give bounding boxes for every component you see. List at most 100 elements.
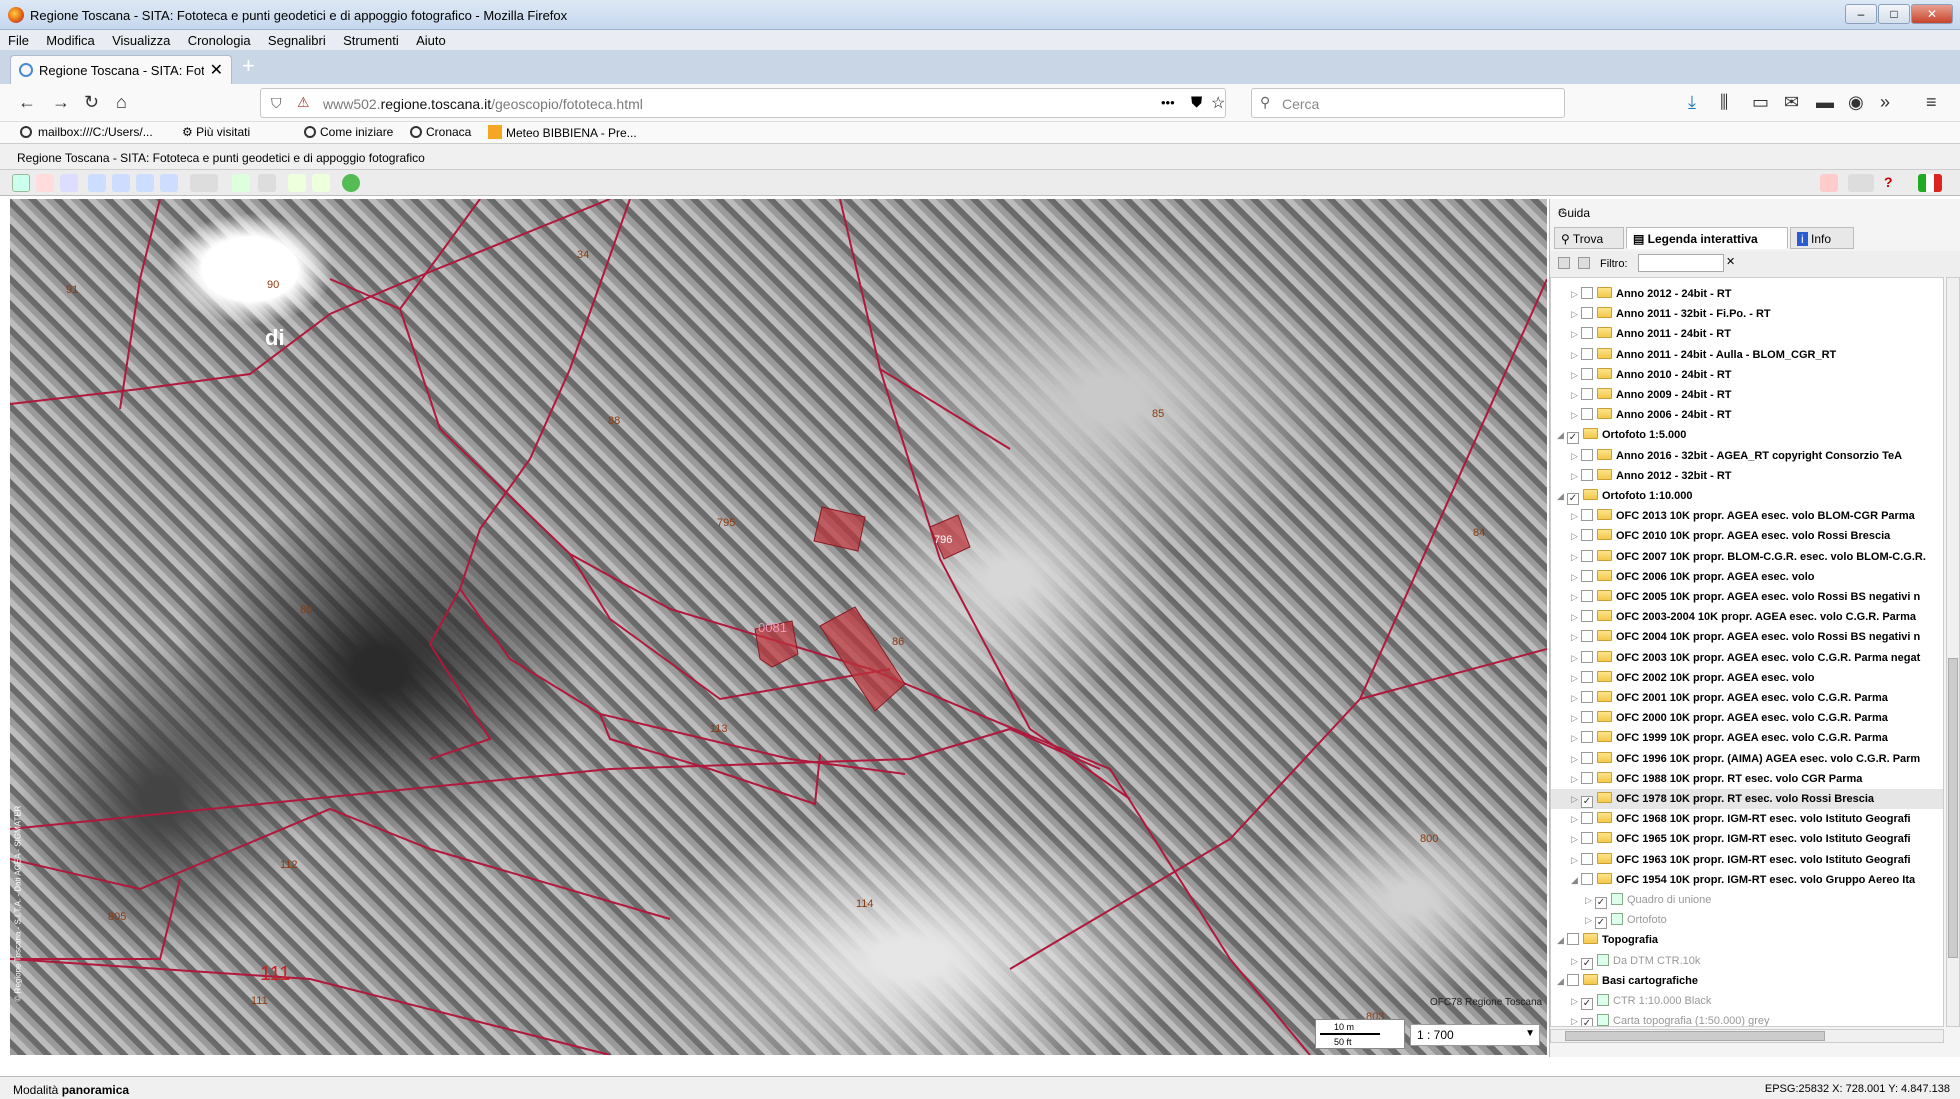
legend-tree-row[interactable]: ▷ Anno 2011 - 24bit - RT [1551,324,1943,344]
expand-arrow-icon[interactable]: ▷ [1585,915,1595,926]
insecure-lock-icon[interactable]: ⚠ [297,94,310,111]
expand-arrow-icon[interactable]: ▷ [1571,370,1581,381]
legend-tree-row[interactable]: ◢ Basi cartografiche [1551,971,1943,991]
expand-arrow-icon[interactable]: ▷ [1571,794,1581,805]
pocket-icon[interactable]: ⛊ [1191,94,1202,111]
collapse-arrow-icon[interactable]: ◢ [1557,491,1567,502]
legend-tree-row[interactable]: ◢ ✓ Ortofoto 1:5.000 [1551,425,1943,445]
collapse-all-icon[interactable] [1578,257,1590,269]
menu-cronologia[interactable]: Cronologia [180,30,257,48]
collapse-arrow-icon[interactable]: ◢ [1557,976,1567,987]
expand-arrow-icon[interactable]: ▷ [1571,350,1581,361]
forward-icon[interactable]: → [52,92,70,113]
tab-trova[interactable]: ⚲ Trova [1554,227,1624,249]
layer-checkbox[interactable] [1567,933,1579,946]
layer-checkbox[interactable]: ✓ [1567,493,1579,505]
legend-tree-row[interactable]: ◢ OFC 1954 10K propr. IGM-RT esec. volo G… [1551,870,1943,890]
legend-tree-row[interactable]: ◢ ✓ Ortofoto 1:10.000 [1551,486,1943,506]
url-bar[interactable]: ⛉ ⚠ www502.regione.toscana.it/geoscopio/… [260,88,1226,118]
expand-arrow-icon[interactable]: ▷ [1571,1016,1581,1026]
layer-checkbox[interactable] [1581,509,1593,522]
map-canvas[interactable]: 91 90 34 di 88 85 795 796 84 89 0081 86 … [10,199,1547,1055]
legend-tree-row[interactable]: ▷ Anno 2006 - 24bit - RT [1551,405,1943,425]
legend-tree-row[interactable]: ▷ Anno 2012 - 24bit - RT [1551,284,1943,304]
layer-checkbox[interactable]: ✓ [1595,897,1607,909]
layer-checkbox[interactable] [1581,448,1593,461]
expand-arrow-icon[interactable]: ▷ [1585,895,1595,906]
layer-checkbox[interactable] [1581,549,1593,562]
layer-checkbox[interactable] [1581,630,1593,643]
layer-checkbox[interactable]: ✓ [1595,917,1607,930]
collapse-arrow-icon[interactable]: ◢ [1557,430,1567,441]
tree-horizontal-scrollbar[interactable] [1550,1029,1944,1043]
select-tool-icon[interactable] [288,174,306,192]
legend-tree-row[interactable]: ▷ ✓ OFC 1978 10K propr. RT esec. volo Ross… [1551,789,1943,809]
back-icon[interactable]: ← [18,92,36,113]
expand-arrow-icon[interactable]: ▷ [1571,653,1581,664]
bookmark-piu-visitati[interactable]: ⚙ Più visitati [182,125,250,139]
legend-tree-row[interactable]: ▷ Anno 2016 - 32bit - AGEA_RT copyright C… [1551,446,1943,466]
tab-legenda-interattiva[interactable]: ▤ Legenda interattiva [1626,227,1788,249]
layer-checkbox[interactable] [1581,590,1593,602]
expand-arrow-icon[interactable]: ▷ [1571,552,1581,563]
tree-vertical-scrollbar[interactable] [1946,277,1960,1027]
expand-all-icon[interactable] [1558,257,1570,269]
legend-tree-row[interactable]: ▷ Anno 2009 - 24bit - RT [1551,385,1943,405]
link-icon[interactable] [1820,174,1838,192]
collapse-arrow-icon[interactable]: ◢ [1557,935,1567,946]
menu-visualizza[interactable]: Visualizza [104,30,176,48]
expand-arrow-icon[interactable]: ▷ [1571,733,1581,744]
expand-arrow-icon[interactable]: ▷ [1571,834,1581,845]
layer-checkbox[interactable] [1581,388,1593,400]
expand-arrow-icon[interactable]: ▷ [1571,673,1581,684]
menu-icon[interactable]: ≡ [1926,92,1937,113]
tab-close-icon[interactable]: ✕ [210,60,223,80]
layer-checkbox[interactable] [1581,812,1593,825]
zoom-in-icon[interactable] [88,174,106,192]
legend-tree-row[interactable]: ▷ Anno 2012 - 32bit - RT [1551,466,1943,486]
layer-checkbox[interactable] [1581,569,1593,582]
menu-file[interactable]: File [0,30,35,48]
expand-arrow-icon[interactable]: ▷ [1571,289,1581,300]
clear-filter-icon[interactable]: ✕ [1726,255,1735,268]
mail-icon[interactable]: ✉ [1784,92,1799,113]
library-icon[interactable]: ⫼ [1720,92,1728,113]
layer-checkbox[interactable] [1581,650,1593,663]
layer-checkbox[interactable]: ✓ [1581,1018,1593,1026]
close-button[interactable]: ✕ [1911,4,1953,24]
zoom-extent-icon[interactable] [136,174,154,192]
legend-tree-row[interactable]: ▷ ✓ Quadro di unione [1551,890,1943,910]
layer-checkbox[interactable]: ✓ [1581,796,1593,808]
layer-checkbox[interactable] [1581,751,1593,764]
layer-checkbox[interactable] [1581,529,1593,542]
expand-arrow-icon[interactable]: ▷ [1571,451,1581,462]
tab-info[interactable]: i Info [1790,227,1854,249]
info-tool-icon[interactable] [312,174,330,192]
minimize-button[interactable]: – [1845,4,1877,24]
layer-checkbox[interactable] [1567,973,1579,986]
expand-arrow-icon[interactable]: ▷ [1571,471,1581,482]
pan-tool-icon[interactable] [12,174,30,192]
legend-tree-row[interactable]: ▷ OFC 1963 10K propr. IGM-RT esec. volo I… [1551,850,1943,870]
legend-tree-row[interactable]: ▷ ✓ Ortofoto [1551,910,1943,930]
filter-input[interactable] [1638,254,1724,272]
layer-checkbox[interactable] [1581,367,1593,380]
expand-arrow-icon[interactable]: ▷ [1571,774,1581,785]
legend-tree-row[interactable]: ▷ OFC 2007 10K propr. BLOM-C.G.R. esec. v… [1551,547,1943,567]
layer-checkbox[interactable] [1581,872,1593,885]
layer-checkbox[interactable] [1581,852,1593,865]
layer-checkbox[interactable] [1581,832,1593,845]
home-icon[interactable]: ⌂ [116,92,127,113]
menu-modifica[interactable]: Modifica [38,30,100,48]
legend-tree-row[interactable]: ▷ OFC 2010 10K propr. AGEA esec. volo Ros… [1551,526,1943,546]
layer-checkbox[interactable] [1581,610,1593,623]
bookmark-meteo[interactable]: Meteo BIBBIENA - Pre... [488,125,637,140]
layer-checkbox[interactable] [1581,468,1593,481]
legend-tree-row[interactable]: ▷ OFC 2002 10K propr. AGEA esec. volo [1551,668,1943,688]
legend-tree-row[interactable]: ▷ OFC 1968 10K propr. IGM-RT esec. volo I… [1551,809,1943,829]
page-actions-icon[interactable]: ••• [1161,95,1175,110]
help-icon[interactable]: ? [1884,174,1908,192]
new-tab-button[interactable]: + [242,53,255,79]
expand-arrow-icon[interactable]: ▷ [1571,855,1581,866]
history-back-icon[interactable] [232,174,250,192]
